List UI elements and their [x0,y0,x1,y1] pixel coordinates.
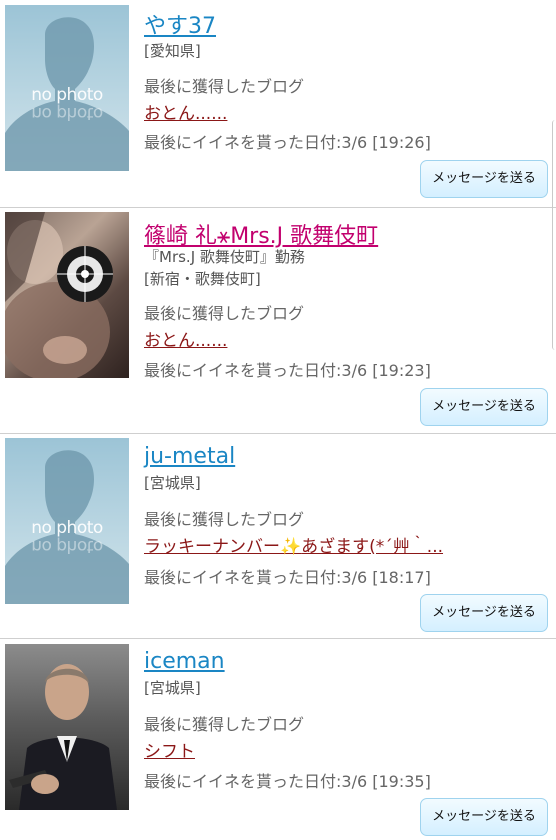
user-name-link[interactable]: iceman [144,649,225,674]
user-name-link[interactable]: やす37 [144,8,216,40]
sparkle-icon: ✨ [280,537,302,557]
scrollbar[interactable] [552,120,556,350]
blog-label: 最後に獲得したブログ [144,77,305,96]
blog-label: 最後に獲得したブログ [144,304,305,323]
blog-title-part: あざます(*´艸｀... [301,537,444,557]
no-photo-reflection: no photo [31,536,103,556]
blog-label: 最後に獲得したブログ [144,510,305,529]
user-photo[interactable] [5,212,129,378]
no-photo-avatar[interactable]: no photo no photo [5,5,129,171]
no-photo-text: no photo [31,518,103,538]
no-photo-text: no photo [31,85,103,105]
send-message-button[interactable]: メッセージを送る [420,798,548,836]
location: [宮城県] [144,679,201,697]
blog-label: 最後に獲得したブログ [144,715,305,734]
user-card: no photo no photo やす37 [愛知県] 最後に獲得したブログ … [0,0,556,208]
blog-title-link[interactable]: おとん...... [144,99,227,124]
location: [宮城県] [144,474,201,492]
user-photo-image [5,212,113,378]
user-photo-image [9,664,117,810]
blog-title-link[interactable]: シフト [144,737,195,762]
user-card: no photo no photo ju-metal [宮城県] 最後に獲得した… [0,434,556,639]
no-photo-avatar[interactable]: no photo no photo [5,438,129,604]
location: [愛知県] [144,42,201,60]
location: [新宿・歌舞伎町] [144,270,261,288]
blog-title-part: ラッキーナンバー [144,537,280,557]
blog-title-link[interactable]: おとん...... [144,326,227,351]
like-date: 最後にイイネを貰った日付:3/6 [19:26] [144,133,431,152]
user-card: 篠崎 礼⚹Mrs.J 歌舞伎町 『Mrs.J 歌舞伎町』勤務 [新宿・歌舞伎町]… [0,208,556,434]
blog-title-link[interactable]: ラッキーナンバー✨あざます(*´艸｀... [144,532,443,557]
send-message-button[interactable]: メッセージを送る [420,388,548,426]
user-photo[interactable] [5,644,129,810]
user-name-link[interactable]: ju-metal [144,444,235,469]
like-date: 最後にイイネを貰った日付:3/6 [19:23] [144,361,431,380]
like-date: 最後にイイネを貰った日付:3/6 [18:17] [144,568,431,587]
send-message-button[interactable]: メッセージを送る [420,594,548,632]
shop-info: 『Mrs.J 歌舞伎町』勤務 [144,248,305,266]
send-message-button[interactable]: メッセージを送る [420,160,548,198]
user-card: iceman [宮城県] 最後に獲得したブログ シフト 最後にイイネを貰った日付… [0,639,556,840]
like-date: 最後にイイネを貰った日付:3/6 [19:35] [144,772,431,791]
no-photo-reflection: no photo [31,103,103,123]
